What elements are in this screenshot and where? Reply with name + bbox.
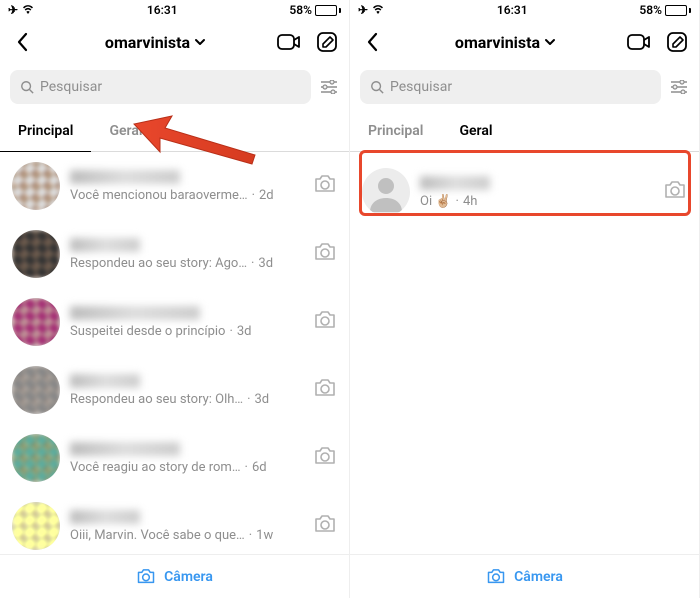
bottom-camera-bar[interactable]: Câmera xyxy=(350,554,699,598)
status-bar: ✈ 16:31 58% xyxy=(350,0,699,20)
wifi-icon xyxy=(371,3,385,17)
avatar xyxy=(12,298,60,346)
camera-icon[interactable] xyxy=(313,174,337,198)
chat-item[interactable]: Suspeitei desde o princípio · 3d xyxy=(0,288,349,356)
search-input[interactable]: Pesquisar xyxy=(10,70,311,104)
compose-button[interactable] xyxy=(315,30,339,54)
chat-list: Você mencionou baraoverme… · 2d Responde… xyxy=(0,152,349,554)
search-row: Pesquisar xyxy=(0,64,349,110)
tab-geral[interactable]: Geral xyxy=(91,110,160,151)
compose-button[interactable] xyxy=(665,30,689,54)
header: omarvinista xyxy=(0,20,349,64)
username: omarvinista xyxy=(105,33,190,52)
chat-username-blurred xyxy=(70,374,140,388)
battery-icon xyxy=(315,5,341,16)
username: omarvinista xyxy=(455,33,540,52)
airplane-icon: ✈ xyxy=(358,3,368,17)
account-switcher[interactable]: omarvinista xyxy=(105,33,206,52)
avatar xyxy=(12,162,60,210)
avatar xyxy=(12,366,60,414)
camera-icon[interactable] xyxy=(313,446,337,470)
filter-button[interactable] xyxy=(669,77,689,97)
chat-username-blurred xyxy=(70,238,140,252)
avatar xyxy=(12,230,60,278)
battery-percent: 58% xyxy=(289,3,312,17)
header: omarvinista xyxy=(350,20,699,64)
chat-username-blurred xyxy=(70,442,180,456)
status-bar: ✈ 16:31 58% xyxy=(0,0,349,20)
avatar xyxy=(362,168,410,216)
chat-item[interactable]: Você mencionou baraoverme… · 2d xyxy=(0,152,349,220)
video-call-button[interactable] xyxy=(277,30,301,54)
camera-icon[interactable] xyxy=(313,514,337,538)
wifi-icon xyxy=(21,3,35,17)
chat-username-blurred xyxy=(420,176,490,190)
chat-item[interactable]: Respondeu ao seu story: Olh… · 3d xyxy=(0,356,349,424)
filter-button[interactable] xyxy=(319,77,339,97)
back-button[interactable] xyxy=(360,30,384,54)
chat-item[interactable]: Respondeu ao seu story: Ago… · 3d xyxy=(0,220,349,288)
camera-icon[interactable] xyxy=(313,242,337,266)
search-placeholder: Pesquisar xyxy=(390,79,452,95)
camera-icon[interactable] xyxy=(663,180,687,204)
left-pane: ✈ 16:31 58% omarvinista xyxy=(0,0,350,598)
search-icon xyxy=(370,80,384,94)
status-time: 16:31 xyxy=(497,3,528,17)
search-placeholder: Pesquisar xyxy=(40,79,102,95)
right-pane: ✈ 16:31 58% omarvinista xyxy=(350,0,700,598)
tab-principal[interactable]: Principal xyxy=(0,110,91,151)
status-time: 16:31 xyxy=(147,3,178,17)
camera-icon xyxy=(136,568,156,585)
avatar xyxy=(12,502,60,550)
chat-item[interactable]: Oiii, Marvin. Você sabe o que… · 1w xyxy=(0,492,349,554)
chat-username-blurred xyxy=(70,306,200,320)
search-input[interactable]: Pesquisar xyxy=(360,70,661,104)
chat-username-blurred xyxy=(70,510,140,524)
camera-icon[interactable] xyxy=(313,378,337,402)
chevron-down-icon xyxy=(194,36,206,48)
bottom-camera-bar[interactable]: Câmera xyxy=(0,554,349,598)
chat-list: Oi ✌🏼 · 4h xyxy=(350,152,699,554)
battery-percent: 58% xyxy=(639,3,662,17)
chat-item[interactable]: Oi ✌🏼 · 4h xyxy=(350,158,699,226)
camera-icon[interactable] xyxy=(313,310,337,334)
chevron-down-icon xyxy=(544,36,556,48)
search-row: Pesquisar xyxy=(350,64,699,110)
tab-principal[interactable]: Principal xyxy=(350,110,441,151)
camera-icon xyxy=(486,568,506,585)
chat-item[interactable]: Você reagiu ao story de rom… · 6d xyxy=(0,424,349,492)
chat-username-blurred xyxy=(70,170,180,184)
tabs: Principal Geral xyxy=(350,110,699,152)
tab-geral[interactable]: Geral xyxy=(441,110,510,151)
back-button[interactable] xyxy=(10,30,34,54)
avatar xyxy=(12,434,60,482)
video-call-button[interactable] xyxy=(627,30,651,54)
search-icon xyxy=(20,80,34,94)
account-switcher[interactable]: omarvinista xyxy=(455,33,556,52)
airplane-icon: ✈ xyxy=(8,3,18,17)
tabs: Principal Geral xyxy=(0,110,349,152)
battery-icon xyxy=(665,5,691,16)
